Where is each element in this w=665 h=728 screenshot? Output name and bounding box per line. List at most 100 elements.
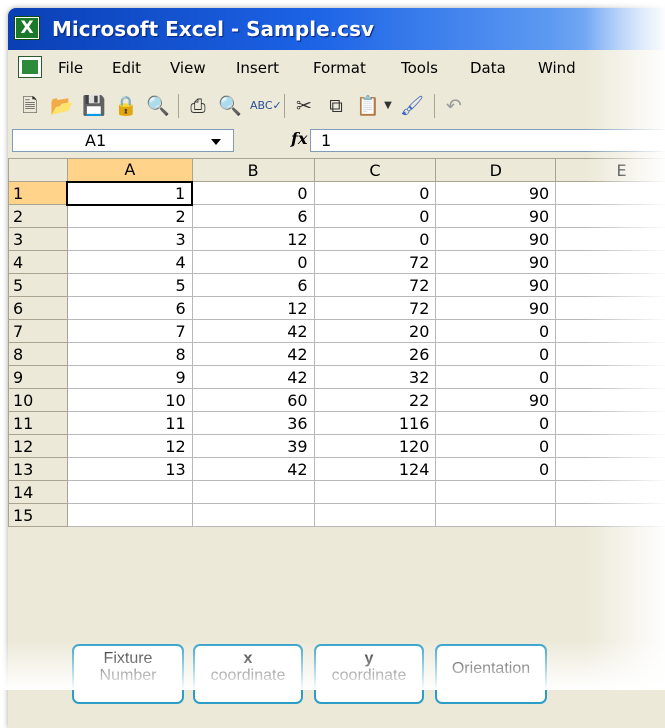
- cell[interactable]: [556, 435, 665, 458]
- copy-icon[interactable]: ⧉: [324, 95, 348, 117]
- cell[interactable]: 0: [436, 320, 556, 343]
- paste-dropdown-icon[interactable]: ▼: [382, 95, 394, 117]
- cell[interactable]: 32: [314, 366, 436, 389]
- research-icon[interactable]: 🔍: [146, 95, 170, 117]
- cell[interactable]: 0: [436, 343, 556, 366]
- cell[interactable]: 0: [192, 251, 314, 274]
- cell[interactable]: [556, 481, 665, 504]
- cell[interactable]: [556, 228, 665, 251]
- menu-view[interactable]: View: [170, 59, 206, 77]
- row-header[interactable]: 1: [9, 182, 68, 205]
- title-bar[interactable]: X Microsoft Excel - Sample.csv: [8, 8, 665, 50]
- row-header[interactable]: 8: [9, 343, 68, 366]
- cell[interactable]: 90: [436, 228, 556, 251]
- cell[interactable]: [556, 205, 665, 228]
- cell[interactable]: 11: [67, 412, 192, 435]
- undo-icon[interactable]: ↶: [442, 95, 466, 117]
- print-icon[interactable]: ⎙: [186, 95, 210, 117]
- cell[interactable]: 36: [192, 412, 314, 435]
- column-header-a[interactable]: A: [67, 159, 192, 182]
- cell[interactable]: 26: [314, 343, 436, 366]
- menu-format[interactable]: Format: [313, 59, 366, 77]
- cell[interactable]: 12: [67, 435, 192, 458]
- cell[interactable]: [556, 389, 665, 412]
- cell[interactable]: 6: [192, 205, 314, 228]
- cell[interactable]: [556, 297, 665, 320]
- cell[interactable]: 90: [436, 182, 556, 205]
- format-painter-icon[interactable]: 🖌: [400, 95, 424, 117]
- cell[interactable]: 42: [192, 343, 314, 366]
- cell[interactable]: 2: [67, 205, 192, 228]
- paste-icon[interactable]: 📋: [356, 95, 380, 117]
- cell[interactable]: 0: [436, 458, 556, 481]
- cell[interactable]: 13: [67, 458, 192, 481]
- menu-edit[interactable]: Edit: [112, 59, 141, 77]
- cell[interactable]: 90: [436, 297, 556, 320]
- cell[interactable]: 72: [314, 274, 436, 297]
- cell[interactable]: 0: [436, 435, 556, 458]
- cell[interactable]: 20: [314, 320, 436, 343]
- menu-window[interactable]: Wind: [538, 59, 576, 77]
- cell[interactable]: 90: [436, 205, 556, 228]
- column-header-e[interactable]: E: [556, 159, 665, 182]
- cell[interactable]: [556, 412, 665, 435]
- cell[interactable]: 60: [192, 389, 314, 412]
- cell[interactable]: 6: [192, 274, 314, 297]
- cell[interactable]: [556, 458, 665, 481]
- cell[interactable]: 120: [314, 435, 436, 458]
- menu-tools[interactable]: Tools: [401, 59, 438, 77]
- save-icon[interactable]: 💾: [82, 95, 106, 117]
- row-header[interactable]: 12: [9, 435, 68, 458]
- cell[interactable]: [314, 481, 436, 504]
- print-preview-icon[interactable]: 🔍: [218, 95, 242, 117]
- chevron-down-icon[interactable]: [211, 139, 221, 145]
- column-header-d[interactable]: D: [436, 159, 556, 182]
- cut-icon[interactable]: ✂: [292, 95, 316, 117]
- spelling-icon[interactable]: ABC✓: [250, 95, 274, 117]
- cell[interactable]: [436, 481, 556, 504]
- cell[interactable]: [314, 504, 436, 527]
- cell[interactable]: [67, 504, 192, 527]
- cell[interactable]: 0: [192, 182, 314, 205]
- row-header[interactable]: 5: [9, 274, 68, 297]
- row-header[interactable]: 7: [9, 320, 68, 343]
- cell[interactable]: [556, 251, 665, 274]
- row-header[interactable]: 6: [9, 297, 68, 320]
- cell[interactable]: 90: [436, 251, 556, 274]
- cell[interactable]: 9: [67, 366, 192, 389]
- cell[interactable]: [556, 343, 665, 366]
- row-header[interactable]: 14: [9, 481, 68, 504]
- cell[interactable]: 42: [192, 458, 314, 481]
- cell[interactable]: 8: [67, 343, 192, 366]
- cell[interactable]: [556, 504, 665, 527]
- cell[interactable]: [556, 366, 665, 389]
- name-box[interactable]: A1: [12, 129, 234, 152]
- new-icon[interactable]: 🗎: [18, 95, 42, 117]
- cell[interactable]: 12: [192, 297, 314, 320]
- row-header[interactable]: 13: [9, 458, 68, 481]
- cell[interactable]: 72: [314, 251, 436, 274]
- row-header[interactable]: 15: [9, 504, 68, 527]
- menu-insert[interactable]: Insert: [236, 59, 279, 77]
- cell[interactable]: 5: [67, 274, 192, 297]
- open-icon[interactable]: 📂: [50, 95, 74, 117]
- cell[interactable]: 0: [436, 412, 556, 435]
- cell[interactable]: 0: [314, 182, 436, 205]
- select-all-button[interactable]: [9, 159, 68, 182]
- cell[interactable]: 90: [436, 274, 556, 297]
- cell[interactable]: 72: [314, 297, 436, 320]
- cell[interactable]: 4: [67, 251, 192, 274]
- cell[interactable]: 3: [67, 228, 192, 251]
- permission-icon[interactable]: 🔒: [114, 95, 138, 117]
- menu-data[interactable]: Data: [470, 59, 506, 77]
- cell[interactable]: 42: [192, 366, 314, 389]
- cell[interactable]: [556, 274, 665, 297]
- cell[interactable]: [67, 481, 192, 504]
- cell[interactable]: 124: [314, 458, 436, 481]
- cell[interactable]: [192, 504, 314, 527]
- cell[interactable]: [192, 481, 314, 504]
- row-header[interactable]: 2: [9, 205, 68, 228]
- row-header[interactable]: 4: [9, 251, 68, 274]
- cell[interactable]: 116: [314, 412, 436, 435]
- workbook-icon[interactable]: [18, 56, 42, 78]
